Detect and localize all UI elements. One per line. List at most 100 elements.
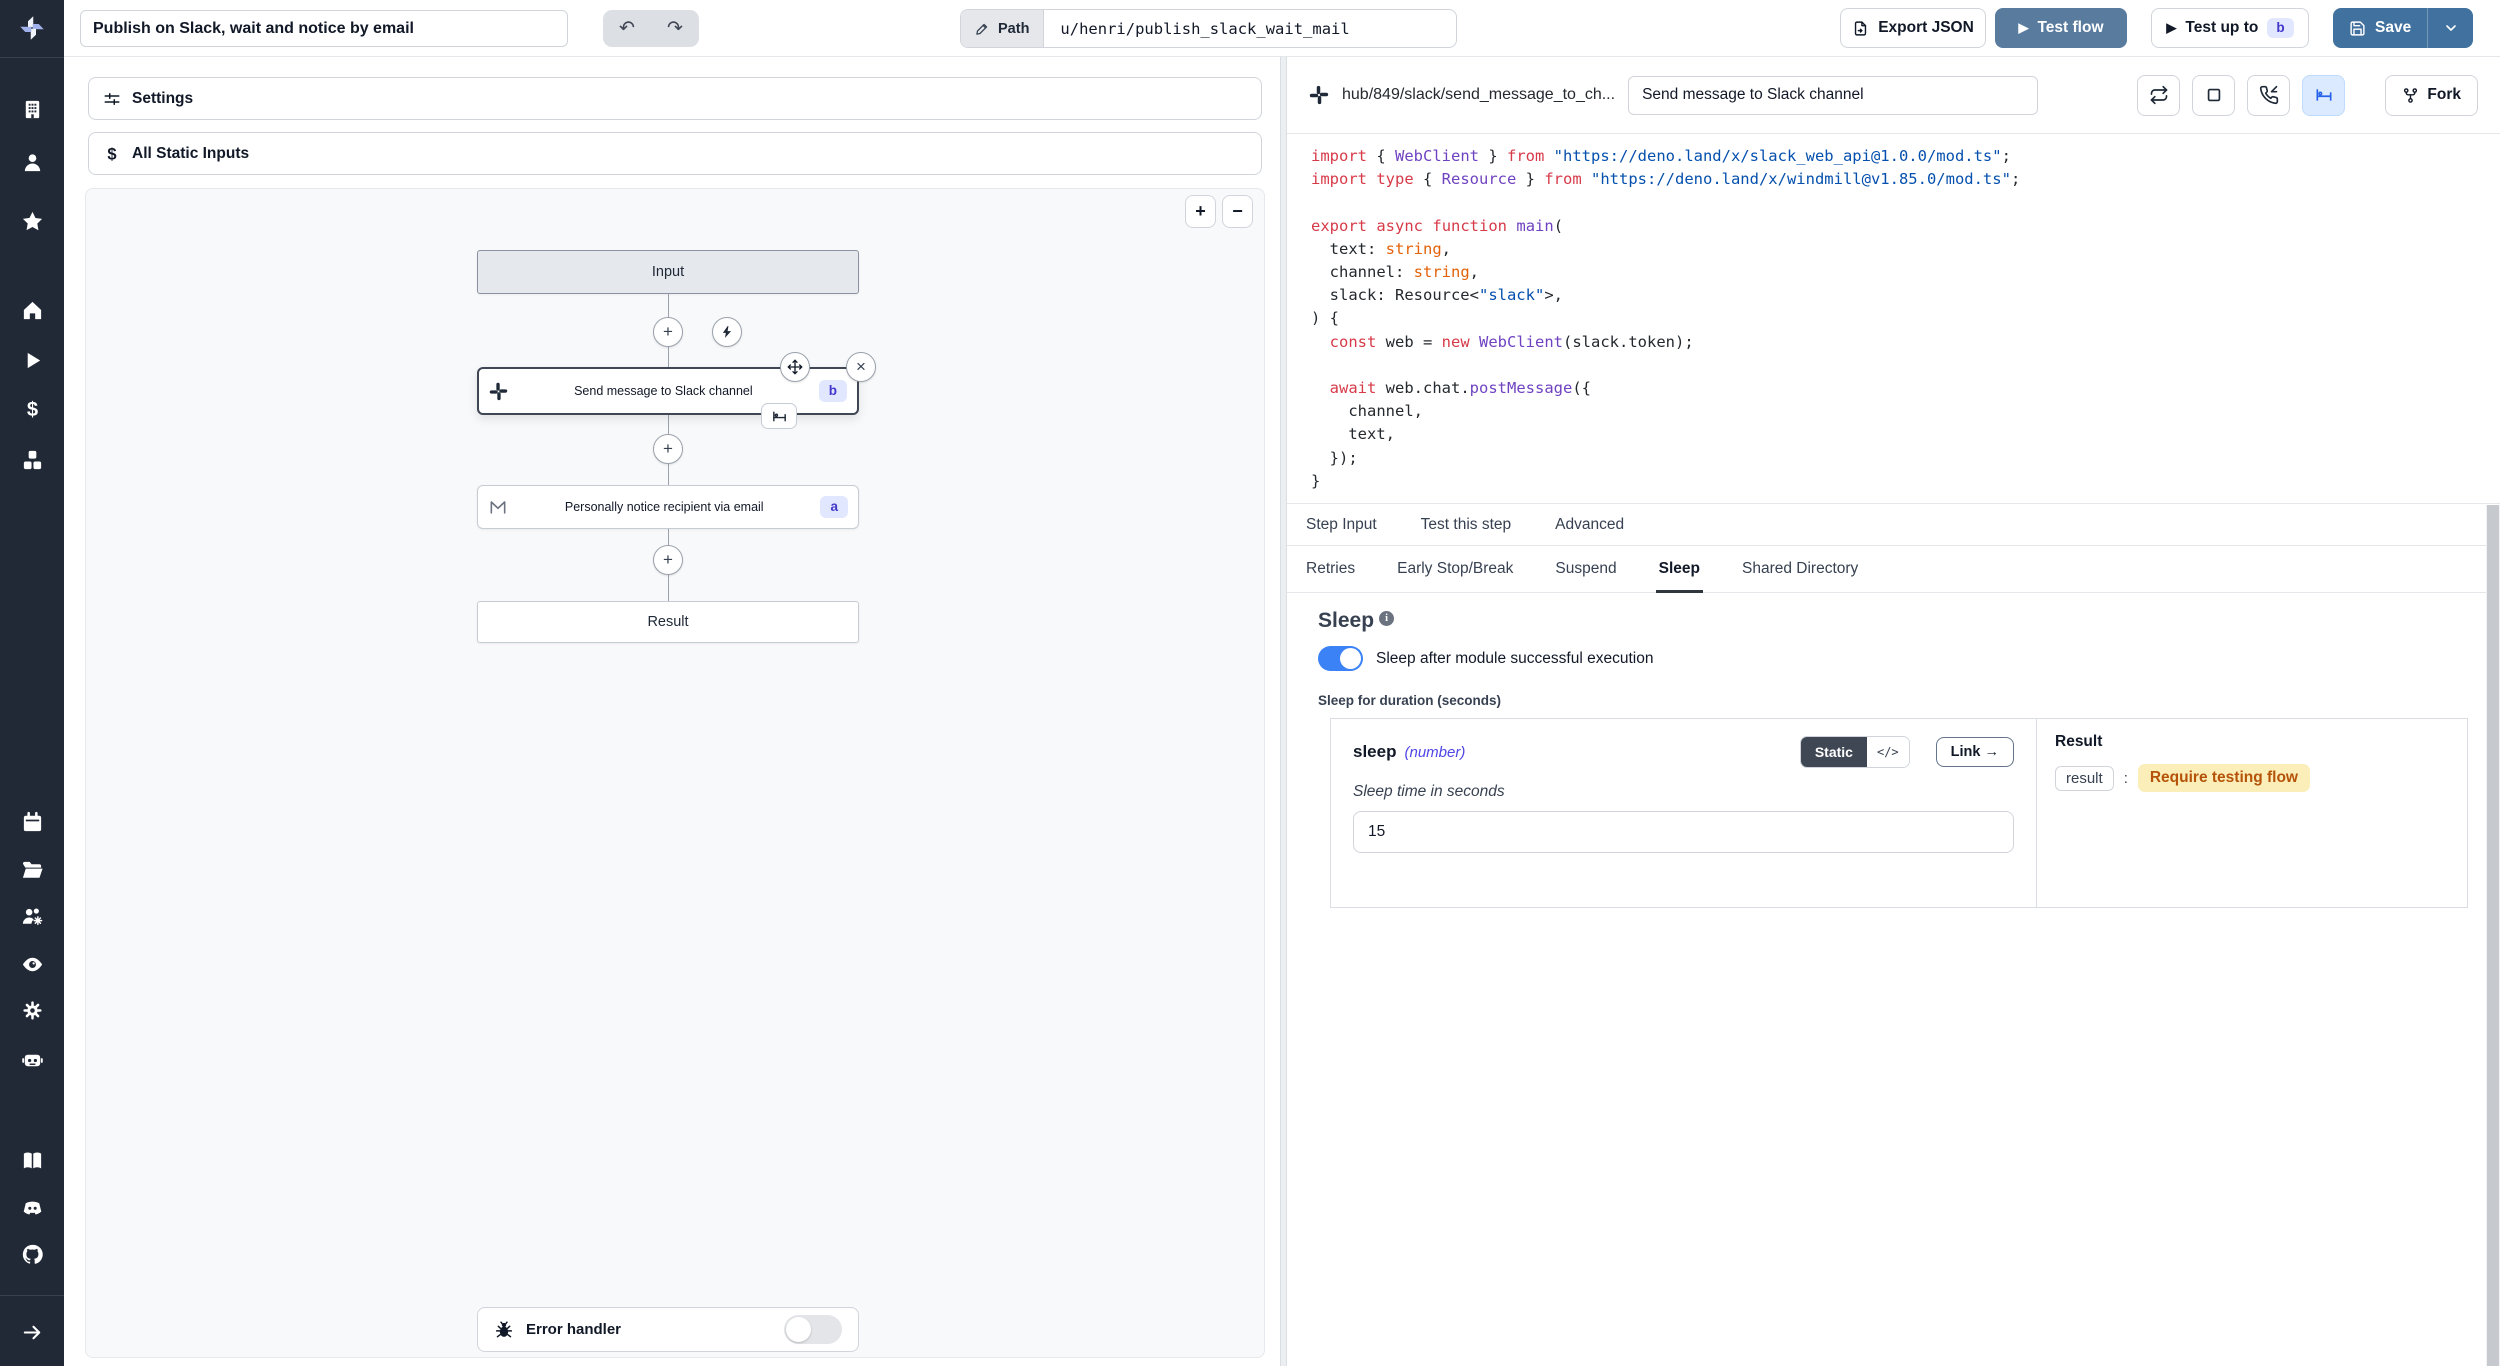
path-edit-button[interactable]: Path	[961, 10, 1044, 47]
delete-step-button[interactable]: ×	[846, 352, 876, 382]
home-icon[interactable]	[0, 297, 64, 323]
audit-eye-icon[interactable]	[0, 951, 64, 977]
static-code-segmented-control: Static </>	[1800, 736, 1910, 768]
workspace-building-icon[interactable]	[0, 96, 64, 122]
slack-step-label: Send message to Slack channel	[508, 384, 819, 398]
fork-button[interactable]: Fork	[2385, 75, 2478, 116]
square-icon	[2204, 85, 2224, 105]
workers-robot-icon[interactable]	[0, 1046, 64, 1072]
variables-dollar-icon[interactable]: $	[0, 396, 64, 422]
flow-graph-panel: Settings $ All Static Inputs + − Input +…	[64, 57, 1280, 1366]
docs-book-icon[interactable]	[0, 1147, 64, 1173]
groups-users-gear-icon[interactable]	[0, 903, 64, 929]
input-node[interactable]: Input	[477, 250, 859, 294]
error-handler-label: Error handler	[526, 1321, 772, 1338]
scrollbar-track[interactable]	[2486, 505, 2500, 1366]
subtab-early-stop-break[interactable]: Early Stop/Break	[1397, 546, 1513, 592]
test-up-to-label: Test up to	[2185, 19, 2258, 37]
bed-icon	[771, 408, 788, 425]
tab-test-this-step[interactable]: Test this step	[1421, 516, 1511, 534]
save-button[interactable]: Save	[2333, 8, 2427, 48]
info-icon[interactable]: i	[1379, 611, 1394, 626]
save-button-group: Save	[2333, 8, 2473, 48]
redo-icon: ↷	[667, 17, 683, 40]
step-action-buttons: Fork	[2137, 75, 2478, 116]
all-static-inputs-row[interactable]: $ All Static Inputs	[88, 132, 1262, 175]
play-icon: ▶	[2166, 20, 2176, 36]
lightning-icon	[720, 325, 734, 339]
code-editor[interactable]: import { WebClient } from "https://deno.…	[1287, 134, 2500, 503]
folders-icon[interactable]	[0, 857, 64, 883]
user-icon[interactable]	[0, 149, 64, 175]
discord-icon[interactable]	[0, 1195, 64, 1221]
favorites-star-icon[interactable]	[0, 208, 64, 234]
email-step-badge: a	[820, 496, 848, 518]
save-dropdown-button[interactable]	[2427, 8, 2473, 48]
suspend-button[interactable]	[2247, 75, 2290, 116]
step-summary-input[interactable]	[1628, 76, 2038, 115]
email-step-node[interactable]: Personally notice recipient via email a	[477, 485, 859, 529]
subtab-suspend[interactable]: Suspend	[1555, 546, 1616, 592]
graph-canvas[interactable]	[85, 188, 1265, 1358]
export-json-button[interactable]: Export JSON	[1840, 8, 1986, 48]
zoom-in-button[interactable]: +	[1185, 195, 1216, 228]
move-step-button[interactable]	[780, 352, 810, 382]
code-line	[1311, 354, 2500, 377]
result-node-label: Result	[647, 614, 688, 630]
sleep-indicator-chip[interactable]	[761, 403, 797, 429]
result-node[interactable]: Result	[477, 601, 859, 643]
hub-script-path[interactable]: hub/849/slack/send_message_to_ch...	[1342, 86, 1615, 104]
sleep-seconds-input[interactable]	[1353, 811, 2014, 853]
undo-button[interactable]: ↶	[603, 10, 651, 47]
sleep-toggle-on[interactable]	[1318, 646, 1363, 671]
add-step-button[interactable]: +	[653, 317, 683, 347]
zoom-out-button[interactable]: −	[1222, 195, 1253, 228]
collapse-sidebar-arrow-icon[interactable]	[0, 1319, 64, 1345]
add-step-button[interactable]: +	[653, 434, 683, 464]
test-flow-button[interactable]: ▶ Test flow	[1995, 8, 2127, 48]
early-stop-button[interactable]	[2192, 75, 2235, 116]
redo-button[interactable]: ↷	[651, 10, 699, 47]
email-step-label: Personally notice recipient via email	[508, 500, 820, 514]
sleep-button-active[interactable]	[2302, 75, 2345, 116]
advanced-subtabs: Retries Early Stop/Break Suspend Sleep S…	[1287, 546, 2500, 593]
github-icon[interactable]	[0, 1241, 64, 1267]
panel-resize-handle[interactable]	[1280, 57, 1287, 1366]
tab-step-input[interactable]: Step Input	[1306, 516, 1377, 534]
sleep-heading: Sleep	[1318, 609, 1374, 633]
error-handler-node[interactable]: Error handler	[477, 1307, 859, 1352]
all-static-inputs-label: All Static Inputs	[132, 145, 249, 163]
test-up-to-button[interactable]: ▶ Test up to b	[2151, 8, 2309, 48]
slack-icon	[489, 382, 508, 401]
schedules-calendar-icon[interactable]	[0, 809, 64, 835]
subtab-sleep[interactable]: Sleep	[1659, 546, 1700, 592]
static-option[interactable]: Static	[1801, 737, 1867, 767]
trigger-bolt-button[interactable]	[712, 317, 742, 347]
settings-row[interactable]: Settings	[88, 77, 1262, 120]
error-handler-toggle[interactable]	[784, 1315, 842, 1344]
link-button[interactable]: Link →	[1936, 737, 2014, 767]
field-name: sleep	[1353, 742, 1396, 762]
subtab-shared-directory[interactable]: Shared Directory	[1742, 546, 1858, 592]
resources-boxes-icon[interactable]	[0, 447, 64, 473]
settings-gear-icon[interactable]	[0, 997, 64, 1023]
plus-icon: +	[663, 439, 673, 459]
subtab-retries[interactable]: Retries	[1306, 546, 1355, 592]
sleep-section: Sleep i Sleep after module successful ex…	[1287, 593, 2500, 908]
zoom-out-label: −	[1232, 201, 1243, 222]
code-line: channel,	[1311, 400, 2500, 423]
code-line: });	[1311, 447, 2500, 470]
code-option[interactable]: </>	[1867, 737, 1909, 767]
input-node-label: Input	[652, 264, 684, 280]
scrollbar-thumb[interactable]	[2487, 505, 2499, 1366]
path-value[interactable]: u/henri/publish_slack_wait_mail	[1044, 10, 1456, 47]
pencil-icon	[975, 21, 990, 36]
flow-title-input[interactable]	[80, 10, 568, 47]
windmill-logo-icon[interactable]	[0, 8, 64, 48]
runs-play-icon[interactable]	[0, 347, 64, 373]
save-label: Save	[2375, 19, 2411, 37]
play-icon: ▶	[2018, 20, 2028, 36]
retries-button[interactable]	[2137, 75, 2180, 116]
tab-advanced[interactable]: Advanced	[1555, 516, 1624, 534]
add-step-button[interactable]: +	[653, 545, 683, 575]
